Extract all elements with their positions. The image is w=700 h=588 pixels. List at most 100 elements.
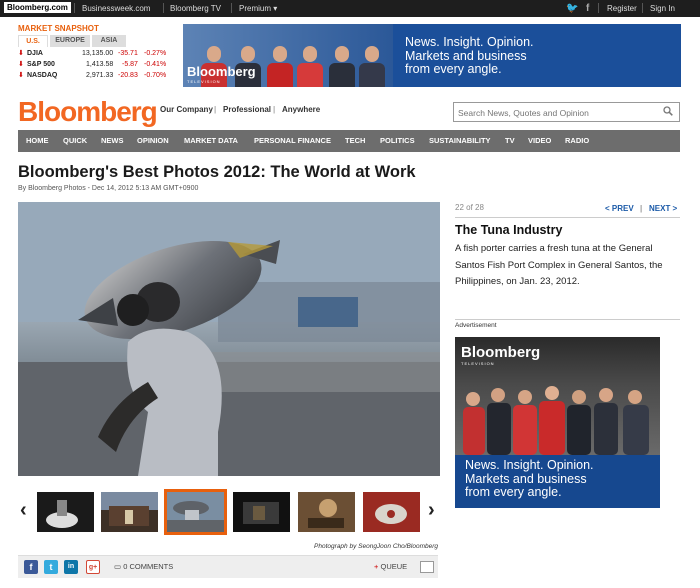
nav-home[interactable]: HOME	[26, 130, 49, 152]
chevron-left-icon[interactable]: ‹	[20, 499, 27, 522]
twitter-icon[interactable]: 🐦	[566, 3, 578, 14]
tagline-line: News. Insight. Opinion.	[465, 458, 594, 472]
google-plus-icon[interactable]: g+	[86, 560, 100, 574]
plus-icon: +	[374, 562, 379, 571]
signin-link[interactable]: Sign In	[650, 4, 675, 13]
thumb-image	[243, 502, 279, 524]
article-headline: Bloomberg's Best Photos 2012: The World …	[18, 163, 416, 181]
tab-asia[interactable]: ASIA	[92, 35, 126, 47]
index-pct: -0.41%	[144, 61, 167, 68]
tagline-line: Markets and business	[405, 48, 527, 63]
market-row[interactable]: ⬇ NASDAQ 2,971.33 -20.83 -0.70%	[18, 70, 171, 81]
comments-count: 0 COMMENTS	[123, 562, 174, 571]
thumbnail[interactable]	[37, 492, 94, 532]
index-change: -5.87	[122, 61, 138, 68]
premium-menu[interactable]: Premium ▾	[239, 4, 277, 13]
nav-video[interactable]: VIDEO	[528, 130, 551, 152]
thumbnail[interactable]	[298, 492, 355, 532]
professional-link[interactable]: Professional	[223, 105, 271, 114]
caption-text: A fish porter carries a fresh tuna at th…	[455, 243, 663, 287]
chevron-right-icon[interactable]: ›	[428, 499, 435, 522]
thumbnail-selected[interactable]	[164, 489, 227, 535]
index-name: S&P 500	[27, 61, 55, 68]
site-link-bloomberg-tv[interactable]: Bloomberg TV	[170, 4, 221, 13]
main-nav: HOME QUICK NEWS OPINION MARKET DATA PERS…	[18, 130, 680, 152]
nav-tv[interactable]: TV	[505, 130, 515, 152]
nav-personal-finance[interactable]: PERSONAL FINANCE	[254, 130, 331, 152]
queue-button[interactable]: + QUEUE	[374, 562, 407, 571]
nav-radio[interactable]: RADIO	[565, 130, 589, 152]
comments-link[interactable]: ▭ 0 COMMENTS	[114, 562, 173, 571]
linkedin-share-icon[interactable]: in	[64, 560, 78, 574]
market-snapshot-title[interactable]: MARKET SNAPSHOT	[18, 24, 99, 33]
search-box	[453, 102, 680, 122]
facebook-icon[interactable]: f	[586, 3, 589, 14]
nav-news[interactable]: NEWS	[101, 130, 124, 152]
sidebar-ad[interactable]: Bloomberg TELEVISION News. Insight. Opini…	[455, 337, 660, 508]
facebook-share-icon[interactable]: f	[24, 560, 38, 574]
ad-tagline: News. Insight. Opinion. Markets and busi…	[465, 458, 594, 500]
tagline-line: from every angle.	[405, 62, 502, 76]
photo-counter: 22 of 28	[455, 203, 484, 212]
email-icon[interactable]	[420, 561, 434, 573]
thumb-image	[167, 501, 224, 532]
tagline-line: from every angle.	[465, 485, 562, 499]
banner-ad[interactable]: Bloomberg TELEVISION News. Insight. Opini…	[183, 24, 681, 87]
market-row[interactable]: ⬇ DJIA 13,135.00 -35.71 -0.27%	[18, 48, 171, 59]
main-photo[interactable]	[18, 202, 440, 476]
brand-sub: TELEVISION	[461, 361, 495, 366]
brand-sub: TELEVISION	[187, 79, 221, 84]
site-link-businessweek[interactable]: Businessweek.com	[82, 4, 150, 13]
nav-quick[interactable]: QUICK	[63, 130, 87, 152]
divider	[598, 3, 599, 13]
brand-name: Bloomberg	[461, 344, 541, 361]
comment-icon: ▭	[114, 562, 122, 571]
thumb-image	[101, 492, 158, 526]
thumb-image	[298, 492, 355, 532]
thumb-image	[46, 500, 78, 528]
divider: |	[214, 105, 217, 114]
index-pct: -0.70%	[144, 72, 167, 79]
nav-market-data[interactable]: MARKET DATA	[184, 130, 238, 152]
search-icon[interactable]	[663, 106, 673, 116]
market-table: ⬇ DJIA 13,135.00 -35.71 -0.27% ⬇ S&P 500…	[18, 48, 171, 81]
advertisement-label: Advertisement	[455, 322, 497, 329]
divider	[231, 3, 232, 13]
nav-opinion[interactable]: OPINION	[137, 130, 169, 152]
bloomberg-logo[interactable]: Bloomberg	[18, 96, 158, 128]
next-button[interactable]: NEXT >	[649, 204, 677, 213]
nav-politics[interactable]: POLITICS	[380, 130, 415, 152]
index-name: DJIA	[27, 50, 43, 57]
anywhere-link[interactable]: Anywhere	[282, 105, 320, 114]
divider	[163, 3, 164, 13]
nav-tech[interactable]: TECH	[345, 130, 365, 152]
index-value: 13,135.00	[82, 50, 114, 57]
market-row[interactable]: ⬇ S&P 500 1,413.58 -5.87 -0.41%	[18, 59, 171, 70]
index-value: 1,413.58	[86, 61, 114, 68]
site-link-bloomberg[interactable]: Bloomberg.com	[4, 2, 71, 13]
divider	[74, 3, 75, 13]
tab-us[interactable]: U.S.	[18, 35, 48, 47]
premium-label: Premium	[239, 4, 272, 13]
thumbnail[interactable]	[233, 492, 290, 532]
search-input[interactable]	[454, 104, 654, 122]
our-company-link[interactable]: Our Company	[160, 105, 213, 114]
nav-sustainability[interactable]: SUSTAINABILITY	[429, 130, 491, 152]
register-link[interactable]: Register	[607, 4, 637, 13]
thumbnail[interactable]	[363, 492, 420, 532]
prev-button[interactable]: < PREV	[605, 204, 634, 213]
thumbnail[interactable]	[101, 492, 158, 532]
bloomberg-tv-logo: Bloomberg TELEVISION	[187, 64, 256, 84]
down-arrow-icon: ⬇	[18, 50, 24, 57]
index-name: NASDAQ	[27, 72, 58, 79]
twitter-share-icon[interactable]: t	[44, 560, 58, 574]
market-tabs: U.S. EUROPE ASIA	[18, 35, 168, 47]
down-arrow-icon: ⬇	[18, 72, 24, 79]
share-bar: f t in g+ ▭ 0 COMMENTS + QUEUE	[18, 555, 438, 578]
tab-europe[interactable]: EUROPE	[50, 35, 90, 47]
brand-name: Bloomberg	[187, 64, 256, 79]
divider: |	[273, 105, 276, 114]
photo-credit: Photograph by SeongJoon Cho/Bloomberg	[314, 543, 438, 550]
divider	[455, 319, 680, 320]
down-arrow-icon: ⬇	[18, 61, 24, 68]
